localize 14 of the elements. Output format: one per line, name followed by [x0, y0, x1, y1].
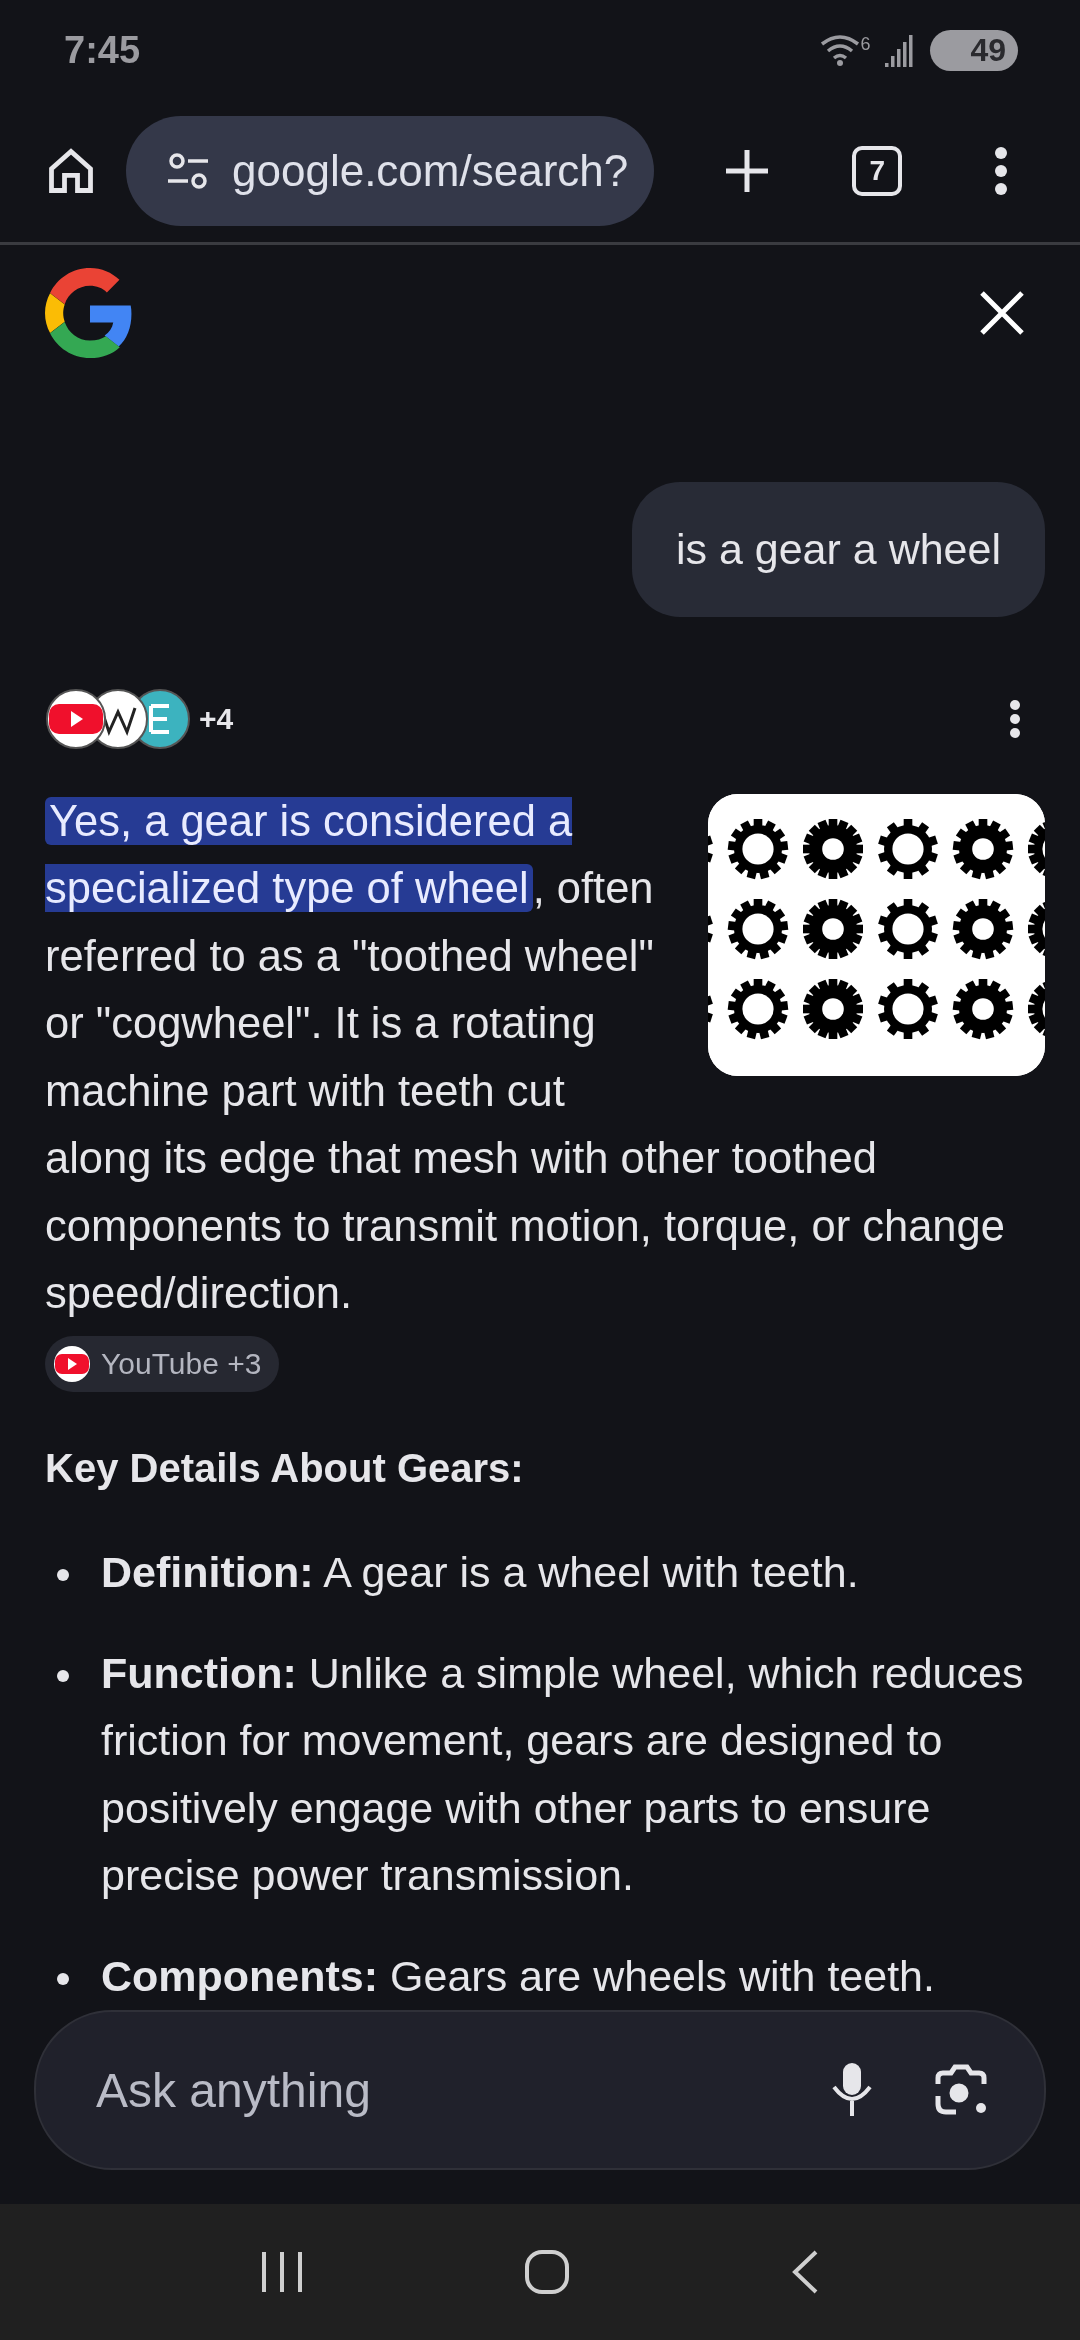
- wifi-label: 6: [860, 33, 871, 55]
- section-heading: Key Details About Gears:: [45, 1446, 525, 1491]
- bullet-text: Components: Gears are wheels with teeth.: [101, 1950, 935, 2002]
- query-bubble: is a gear a wheel: [631, 481, 1045, 617]
- ask-field[interactable]: Ask anything: [94, 2061, 770, 2119]
- status-time: 7:45: [64, 28, 141, 72]
- bullet-text: Definition: A gear is a wheel with teeth.: [101, 1547, 859, 1598]
- citation-chip[interactable]: YouTube +3: [45, 1335, 280, 1392]
- address-bar[interactable]: google.com/search?: [126, 116, 655, 226]
- bullet-text: Function: Unlike a simple wheel, which reduces friction for movement, gears are designed to positively engage with other parts to ensure precise power transmission.: [101, 1647, 1025, 1901]
- battery-level: 49: [930, 29, 1018, 71]
- tab-switcher-button[interactable]: 7: [852, 146, 903, 196]
- url-text: google.com/search?: [232, 146, 629, 196]
- source-count[interactable]: +4: [199, 702, 234, 737]
